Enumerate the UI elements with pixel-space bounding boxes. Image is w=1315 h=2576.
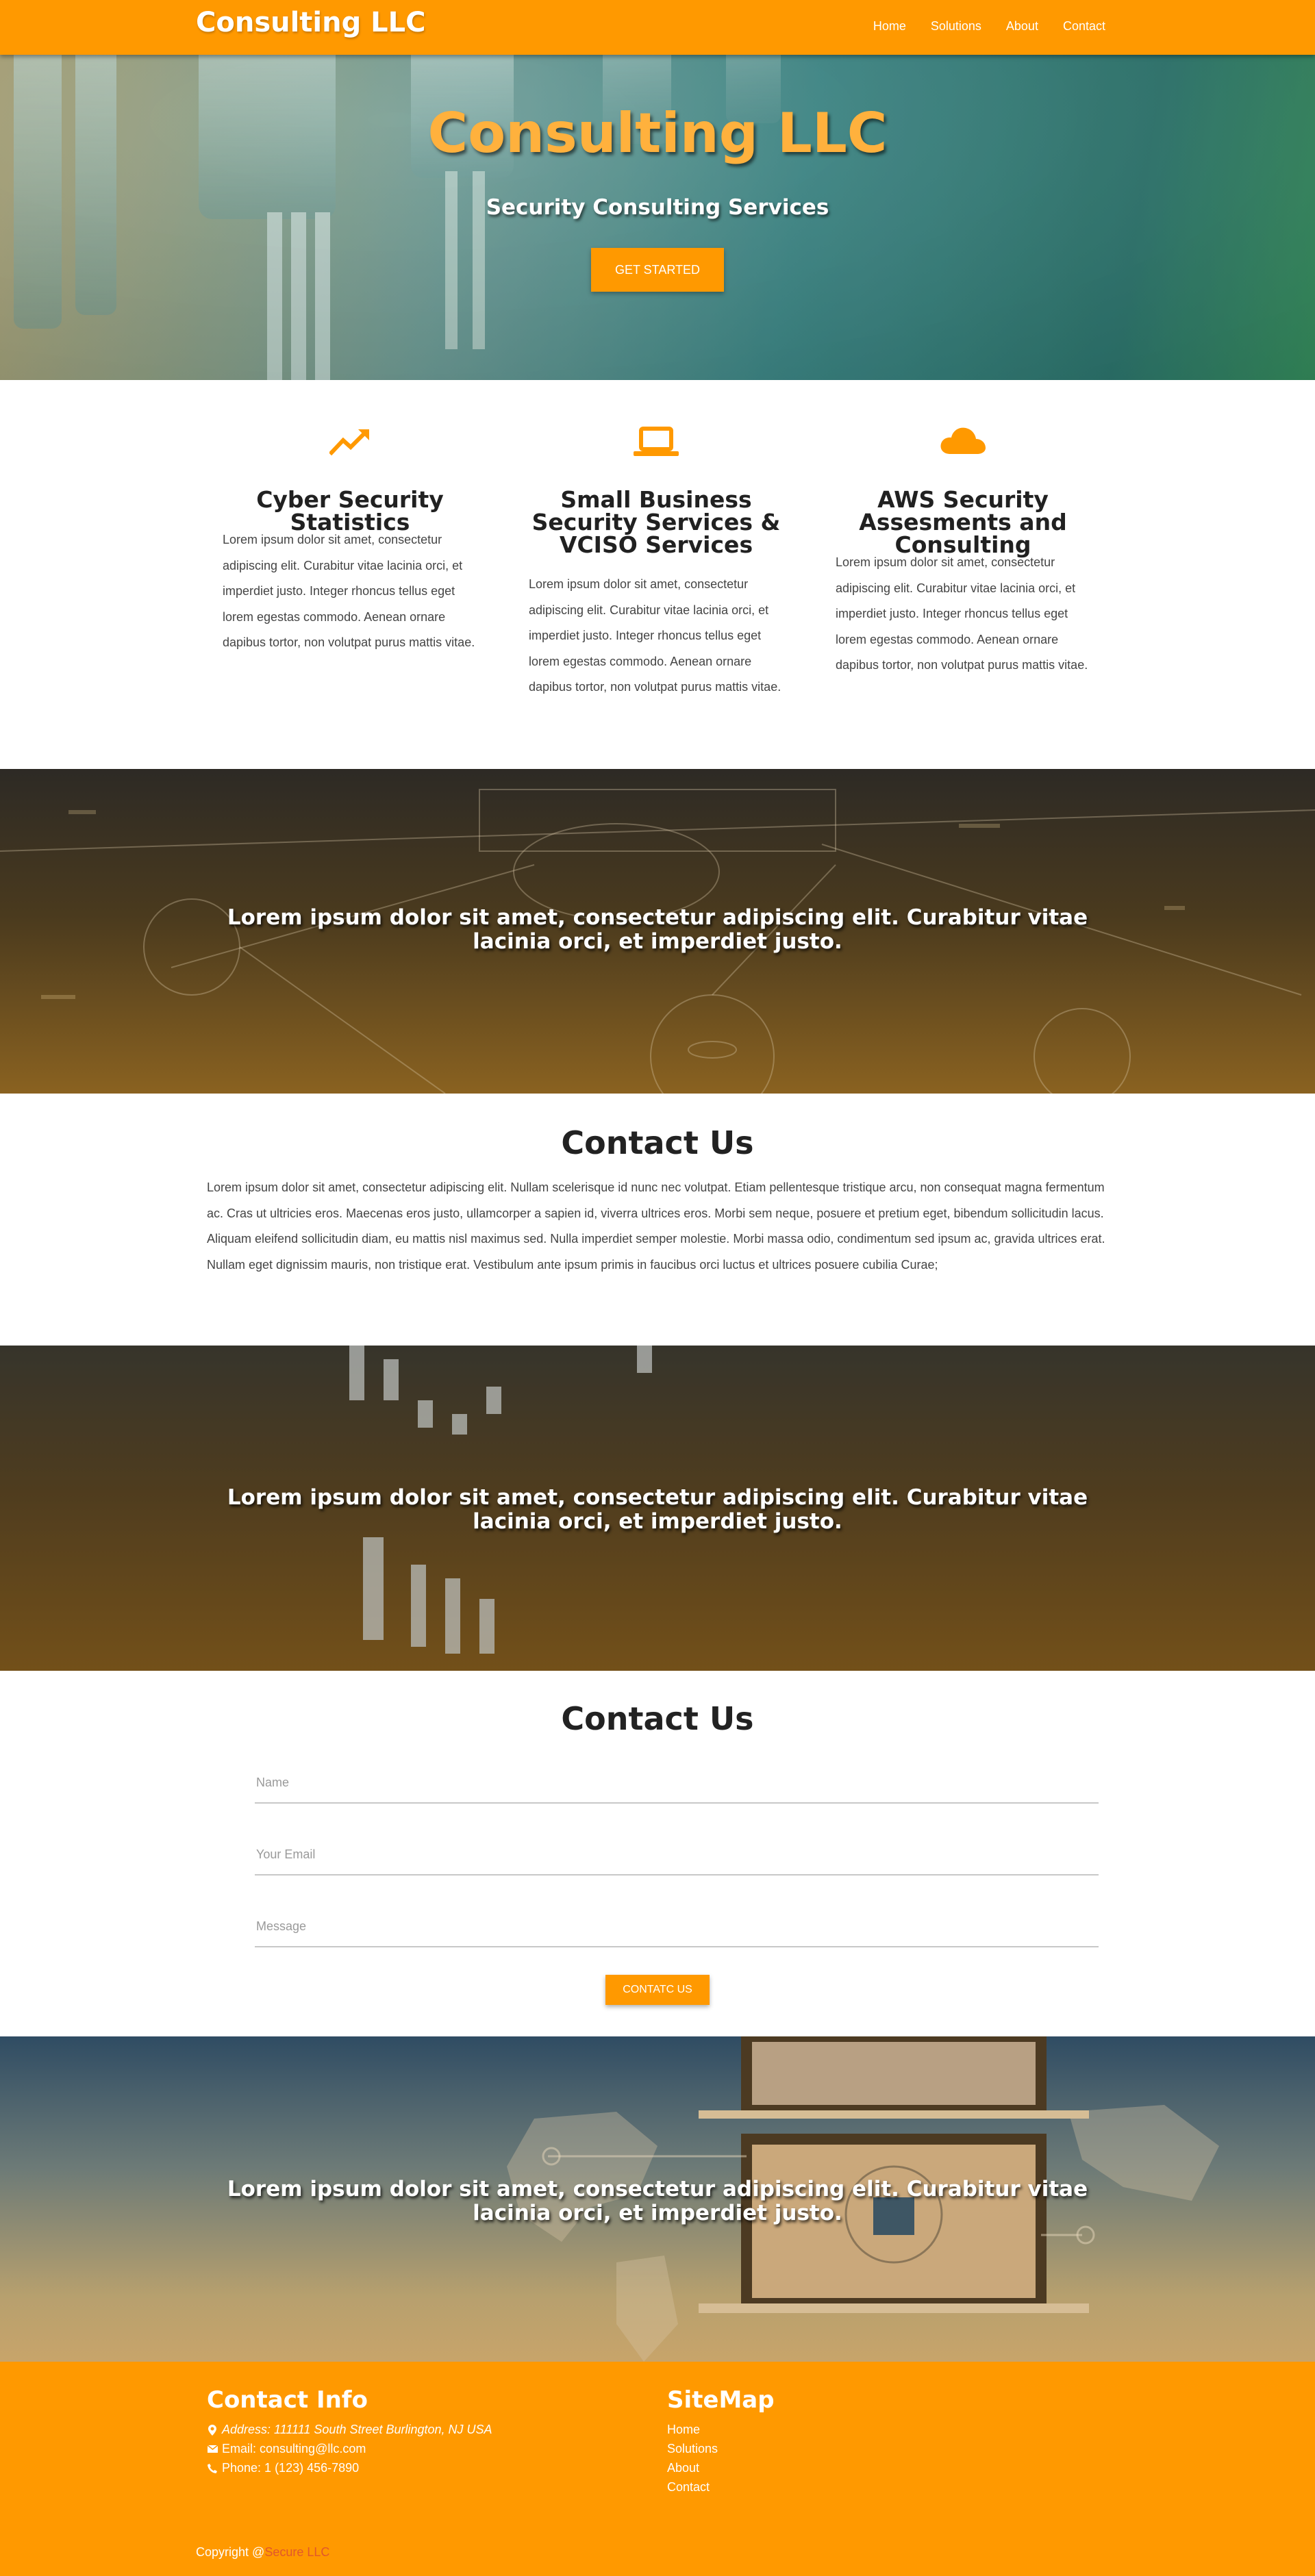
nav-contact-link[interactable]: Contact xyxy=(1063,19,1105,34)
about-section: Contact Us Lorem ipsum dolor sit amet, c… xyxy=(0,1094,1315,1346)
email-input[interactable] xyxy=(255,1847,1099,1862)
get-started-button[interactable]: GET STARTED xyxy=(591,248,724,292)
phone-icon xyxy=(207,2462,218,2475)
feature-title: Small Business Security Services & VCISO… xyxy=(531,486,781,558)
message-input[interactable] xyxy=(255,1919,1099,1934)
copyright-link[interactable]: Secure LLC xyxy=(264,2545,329,2559)
hero-title: Consulting LLC xyxy=(427,101,888,165)
email-field xyxy=(255,1837,1099,1876)
footer-address: Address: 111111 South Street Burlington,… xyxy=(207,2423,492,2437)
map-marker-icon xyxy=(207,2424,218,2436)
footer-sitemap-title: SiteMap xyxy=(667,2386,775,2414)
footer-email: Email: consulting@llc.com xyxy=(207,2442,366,2456)
footer-email-text[interactable]: Email: consulting@llc.com xyxy=(222,2442,366,2456)
contact-submit-button[interactable]: CONTATC US xyxy=(605,1975,710,2005)
parallax-banner-network: Lorem ipsum dolor sit amet, consectetur … xyxy=(0,769,1315,1094)
hero-subtitle: Security Consulting Services xyxy=(486,195,829,220)
navbar: Consulting LLC Home Solutions About Cont… xyxy=(0,0,1315,55)
nav-solutions-link[interactable]: Solutions xyxy=(931,19,981,34)
feature-title: AWS Security Assesments and Consulting xyxy=(859,486,1067,558)
sitemap-about-link[interactable]: About xyxy=(667,2461,699,2475)
contact-form-title: Contact Us xyxy=(561,1700,754,1737)
nav-about-link[interactable]: About xyxy=(1006,19,1038,34)
banner-text: Lorem ipsum dolor sit amet, consectetur … xyxy=(227,2177,1088,2225)
footer-contact-title: Contact Info xyxy=(207,2386,368,2414)
message-field xyxy=(255,1909,1099,1947)
copyright-prefix: Copyright @ xyxy=(196,2545,265,2559)
footer-address-text: Address: 111111 South Street Burlington,… xyxy=(222,2423,492,2436)
banner-text: Lorem ipsum dolor sit amet, consectetur … xyxy=(227,1485,1088,1534)
sitemap-home-link[interactable]: Home xyxy=(667,2423,700,2437)
parallax-banner-map: Lorem ipsum dolor sit amet, consectetur … xyxy=(0,2036,1315,2362)
brand-logo[interactable]: Consulting LLC xyxy=(196,7,426,38)
about-text: Lorem ipsum dolor sit amet, consectetur … xyxy=(207,1180,1105,1272)
parallax-banner-chart: Lorem ipsum dolor sit amet, consectetur … xyxy=(0,1346,1315,1671)
nav-home-link[interactable]: Home xyxy=(873,19,906,34)
laptop-icon xyxy=(526,422,786,459)
cloud-icon xyxy=(833,422,1093,459)
contact-form-section: Contact Us CONTATC US xyxy=(0,1671,1315,2036)
footer: Contact Info Address: 111111 South Stree… xyxy=(0,2362,1315,2576)
envelope-icon xyxy=(207,2443,218,2455)
footer-phone: Phone: 1 (123) 456-7890 xyxy=(207,2461,359,2475)
features-section: Cyber Security Statistics Lorem ipsum do… xyxy=(0,380,1315,769)
name-input[interactable] xyxy=(255,1775,1099,1791)
feature-text: Lorem ipsum dolor sit amet, consectetur … xyxy=(529,577,781,694)
sitemap-contact-link[interactable]: Contact xyxy=(667,2480,710,2495)
nav-links: Home Solutions About Contact xyxy=(873,19,1105,34)
about-title: Contact Us xyxy=(561,1124,754,1161)
copyright: Copyright @Secure LLC xyxy=(196,2545,329,2560)
banner-text: Lorem ipsum dolor sit amet, consectetur … xyxy=(227,905,1088,954)
feature-text: Lorem ipsum dolor sit amet, consectetur … xyxy=(836,555,1088,672)
trending-up-icon xyxy=(220,422,480,459)
sitemap-solutions-link[interactable]: Solutions xyxy=(667,2442,718,2456)
feature-text: Lorem ipsum dolor sit amet, consectetur … xyxy=(223,533,475,649)
footer-phone-text: Phone: 1 (123) 456-7890 xyxy=(222,2461,360,2475)
name-field xyxy=(255,1765,1099,1804)
hero-section: Consulting LLC Security Consulting Servi… xyxy=(0,55,1315,380)
